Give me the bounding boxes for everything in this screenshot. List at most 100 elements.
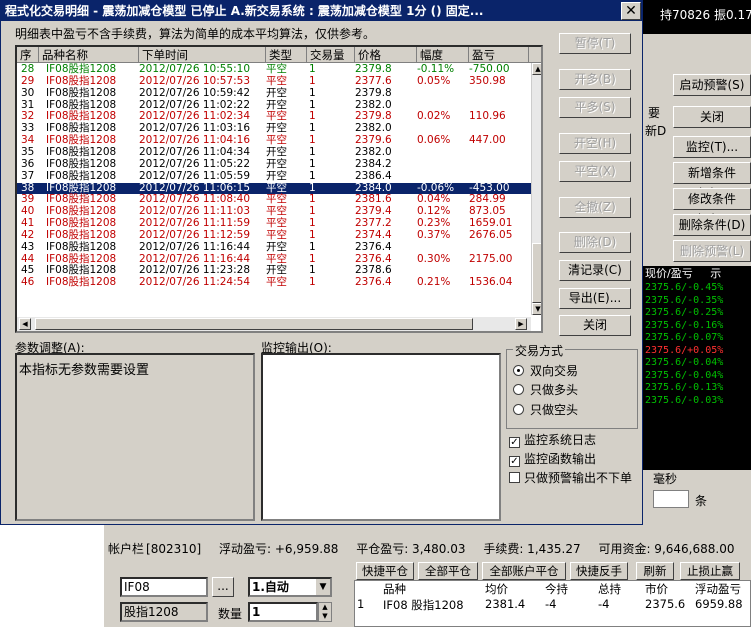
cancel-all-button[interactable]: 全撤(Z) — [559, 197, 631, 218]
qty-input[interactable]: 1 — [248, 602, 318, 622]
start-alert-button[interactable]: 启动预警(S) — [673, 74, 751, 96]
count-field[interactable] — [653, 490, 689, 508]
cell-price: 2379.8 — [355, 86, 392, 99]
pos-col-avg[interactable]: 均价 — [485, 581, 508, 597]
delete-button[interactable]: 删除(D) — [559, 232, 631, 253]
quick-close-button[interactable]: 快捷平仓 — [356, 562, 414, 580]
pos-col-today[interactable]: 今持 — [545, 581, 568, 597]
trade-detail-table[interactable]: 序 品种名称 下单时间 类型 交易量 价格 幅度 盈亏 28 IF08股指1208… — [15, 45, 543, 333]
list-item[interactable]: 2375.6/-0.45% — [643, 282, 751, 295]
table-row[interactable]: 37 IF08股指1208 2012/07/26 11:05:59 开空 1 2386.4 — [17, 169, 541, 183]
table-row[interactable]: 30 IF08股指1208 2012/07/26 10:59:42 开空 1 2379.8 — [17, 86, 541, 100]
col-time[interactable]: 下单时间 — [139, 47, 266, 63]
close-alert-button[interactable]: 关闭 — [673, 106, 751, 128]
col-pnl[interactable]: 盈亏 — [469, 47, 529, 63]
background-status-text: 持70826 振0.17% — [660, 8, 751, 22]
col-pct[interactable]: 幅度 — [417, 47, 469, 63]
price-list[interactable]: 2375.6/-0.45% 2375.6/-0.35% 2375.6/-0.25% 2… — [643, 282, 751, 470]
vertical-scroll-thumb[interactable] — [532, 243, 541, 303]
table-row[interactable]: 36 IF08股指1208 2012/07/26 11:05:22 开空 1 2384.2 — [17, 157, 541, 171]
monitor-output-box[interactable] — [261, 353, 501, 521]
pos-col-total[interactable]: 总持 — [598, 581, 621, 597]
available-funds: 可用资金: 9,646,688.00 — [598, 542, 735, 556]
check-system-log[interactable]: ✓ 监控系统日志 — [509, 431, 596, 448]
table-row[interactable]: 42 IF08股指1208 2012/07/26 11:12:59 平空 1 2374.4… — [17, 228, 541, 242]
qty-stepper[interactable]: ▲ ▼ — [318, 602, 332, 622]
close-all-button[interactable]: 全部平仓 — [418, 562, 478, 580]
list-item[interactable]: 2375.6/-0.04% — [643, 370, 751, 383]
cell-name: IF08股指1208 — [46, 169, 117, 182]
open-long-button[interactable]: 开多(B) — [559, 69, 631, 90]
cell-time: 2012/07/26 11:05:59 — [139, 169, 251, 182]
table-row[interactable]: 1 IF08 股指1208 2381.4 -4 -4 2375.6 6959.8… — [355, 597, 751, 612]
cell-time: 2012/07/26 11:12:59 — [139, 228, 251, 241]
delete-condition-button[interactable]: 删除条件(D) — [673, 214, 751, 236]
edit-condition-button[interactable]: 修改条件(M)... — [673, 188, 751, 226]
cell-type: 平空 — [266, 276, 287, 289]
list-item[interactable]: 2375.6/+0.05% — [643, 345, 751, 358]
check-function-output[interactable]: ✓ 监控函数输出 — [509, 450, 596, 467]
scroll-right-icon[interactable]: ▶ — [515, 318, 527, 330]
dialog-titlebar[interactable]: 程式化交易明细 - 震荡加减仓模型 已停止 A.新交易系统 : 震荡加减仓模型 … — [1, 1, 642, 21]
cell-qty: 1 — [309, 157, 316, 170]
list-item[interactable]: 2375.6/-0.03% — [643, 395, 751, 408]
clear-records-button[interactable]: 清记录(C) — [559, 260, 631, 281]
pos-col-name[interactable]: 品种 — [383, 581, 406, 597]
cell-pct: 0.21% — [417, 276, 451, 289]
check-alert-only[interactable]: 只做预警输出不下单 — [509, 469, 632, 486]
table-row[interactable]: 29 IF08股指1208 2012/07/26 10:57:53 平空 1 2377.6… — [17, 74, 541, 88]
browse-button[interactable]: ... — [212, 577, 234, 597]
col-price[interactable]: 价格 — [355, 47, 417, 63]
col-qty[interactable]: 交易量 — [307, 47, 355, 63]
scroll-left-icon[interactable]: ◀ — [19, 318, 31, 330]
param-box[interactable]: 本指标无参数需要设置 — [15, 353, 255, 521]
chevron-down-icon[interactable]: ▼ — [316, 579, 330, 595]
stop-loss-button[interactable]: 止损止赢 — [680, 562, 740, 580]
list-item[interactable]: 2375.6/-0.25% — [643, 307, 751, 320]
cell-pct: 0.02% — [417, 110, 451, 123]
radio-both-directions[interactable]: 双向交易 — [513, 362, 578, 379]
close-long-button[interactable]: 平多(S) — [559, 97, 631, 118]
radio-short-only[interactable]: 只做空头 — [513, 401, 578, 418]
cell-pnl: 350.98 — [469, 74, 506, 87]
add-condition-button[interactable]: 新增条件(A)... — [673, 162, 751, 200]
mode-select[interactable]: 1.自动 ▼ — [248, 577, 332, 597]
background-partial-label: 要 — [648, 106, 661, 120]
table-row[interactable]: 43 IF08股指1208 2012/07/26 11:16:44 开空 1 2376.4 — [17, 240, 541, 254]
pause-button[interactable]: 暂停(T) — [559, 33, 631, 54]
scroll-down-icon[interactable]: ▼ — [532, 303, 541, 315]
export-button[interactable]: 导出(E)... — [559, 288, 631, 309]
code-input[interactable]: IF08 — [120, 577, 208, 597]
delete-alert-button[interactable]: 删除预警(L) — [673, 240, 751, 262]
list-item[interactable]: 2375.6/-0.16% — [643, 320, 751, 333]
col-type[interactable]: 类型 — [266, 47, 307, 63]
monitor-button[interactable]: 监控(T)... — [673, 136, 751, 158]
list-item[interactable]: 2375.6/-0.04% — [643, 357, 751, 370]
list-item[interactable]: 2375.6/-0.07% — [643, 332, 751, 345]
close-all-accounts-button[interactable]: 全部账户平仓 — [482, 562, 566, 580]
vertical-scrollbar[interactable]: ▲ ▼ — [531, 63, 541, 315]
table-row[interactable]: 46 IF08股指1208 2012/07/26 11:24:54 平空 1 2376.4… — [17, 276, 541, 289]
close-button[interactable]: 关闭 — [559, 315, 631, 336]
cell-price: 2382.0 — [355, 145, 392, 158]
refresh-button[interactable]: 刷新 — [636, 562, 674, 580]
quick-reverse-button[interactable]: 快捷反手 — [570, 562, 628, 580]
open-short-button[interactable]: 开空(H) — [559, 133, 631, 154]
cell-no: 37 — [21, 169, 35, 182]
col-no[interactable]: 序 — [17, 47, 39, 63]
horizontal-scrollbar[interactable]: ◀ ▶ — [17, 317, 531, 331]
list-item[interactable]: 2375.6/-0.35% — [643, 295, 751, 308]
pos-col-market[interactable]: 市价 — [645, 581, 668, 597]
horizontal-scroll-thumb[interactable] — [35, 318, 473, 330]
radio-selected-icon — [513, 365, 524, 376]
pos-col-pnl[interactable]: 浮动盈亏 — [695, 581, 741, 597]
list-item[interactable]: 2375.6/-0.13% — [643, 382, 751, 395]
col-name[interactable]: 品种名称 — [39, 47, 139, 63]
close-short-button[interactable]: 平空(X) — [559, 161, 631, 182]
radio-long-only[interactable]: 只做多头 — [513, 381, 578, 398]
positions-table[interactable]: 品种 均价 今持 总持 市价 浮动盈亏 1 IF08 股指1208 2381.4… — [354, 580, 751, 627]
close-icon[interactable]: ✕ — [621, 2, 641, 20]
table-row[interactable]: 35 IF08股指1208 2012/07/26 11:04:34 开空 1 2382.0 — [17, 145, 541, 159]
cell-qty: 1 — [309, 240, 316, 253]
scroll-up-icon[interactable]: ▲ — [532, 63, 541, 75]
